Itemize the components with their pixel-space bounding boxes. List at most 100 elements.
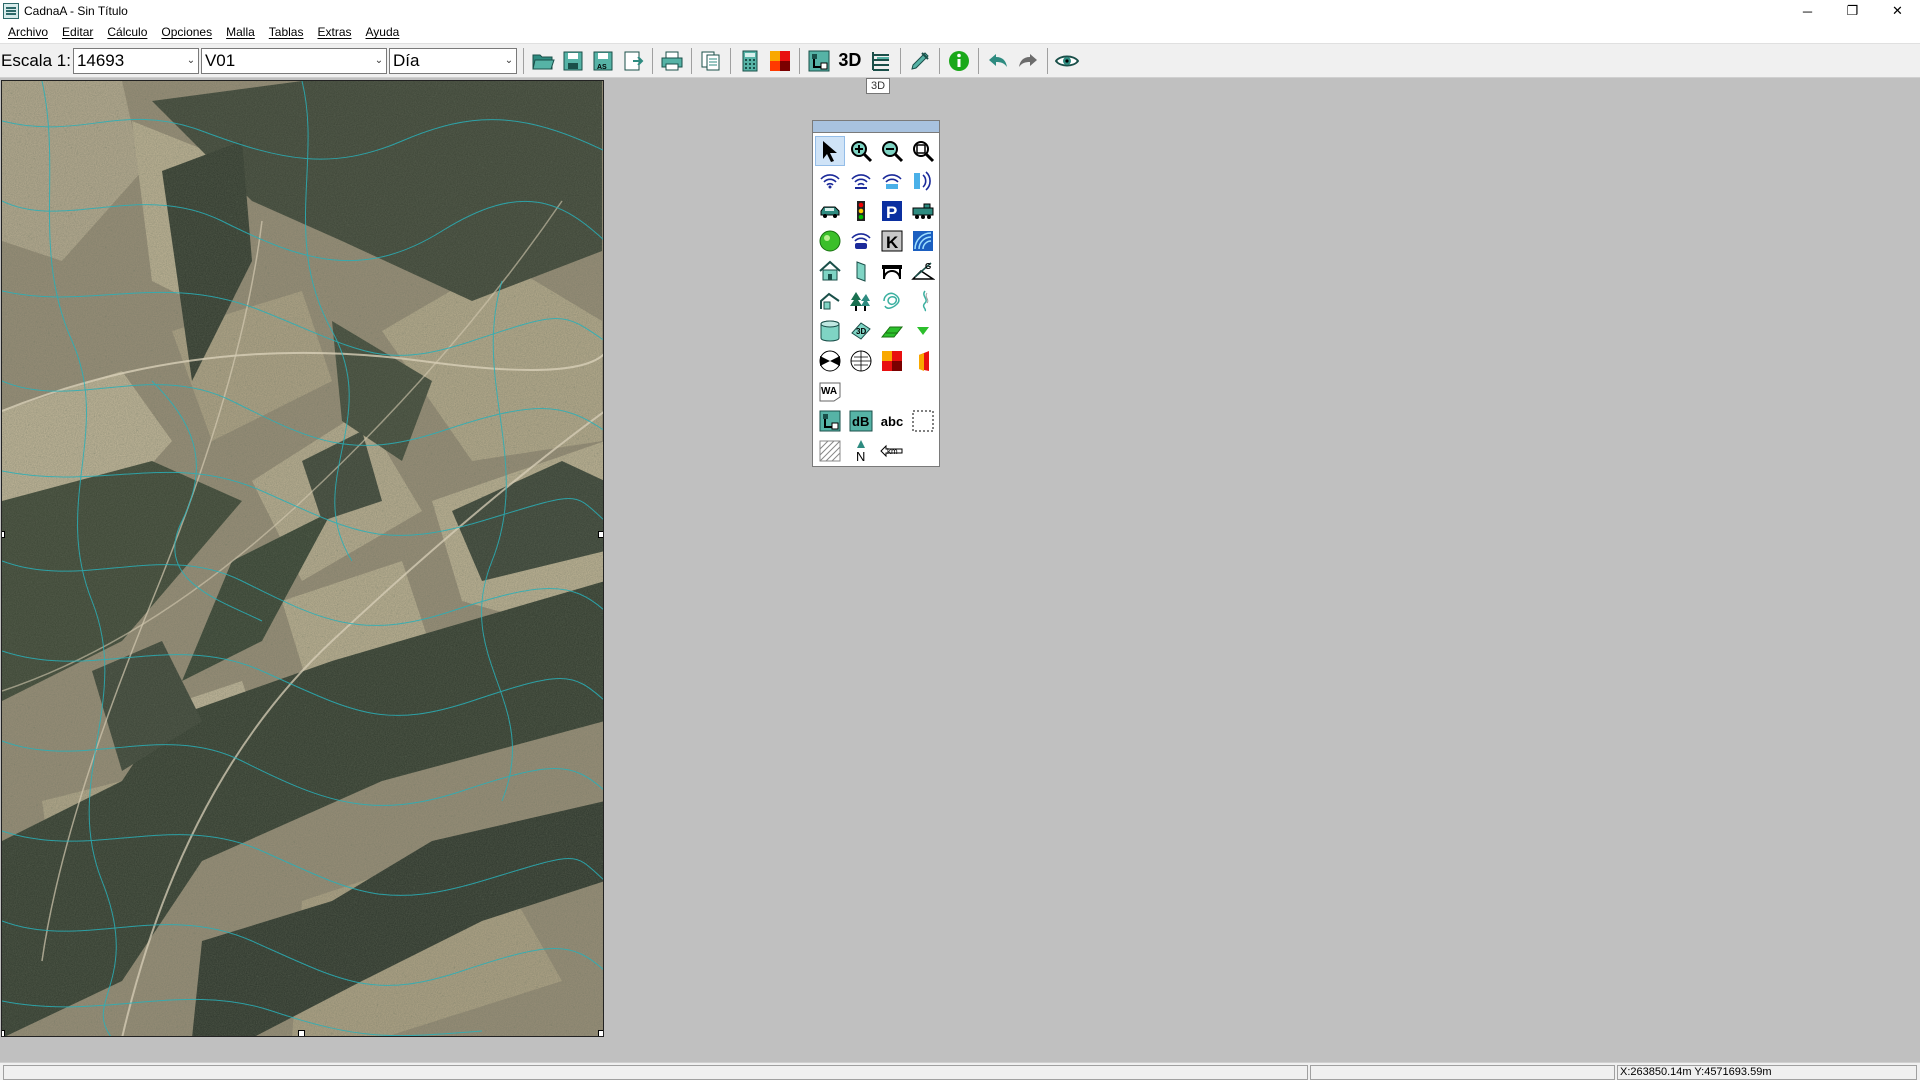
resize-handle[interactable] bbox=[598, 531, 603, 538]
menu-ayuda[interactable]: Ayuda bbox=[359, 22, 407, 43]
embankment-tool[interactable] bbox=[877, 316, 907, 346]
aerial-image bbox=[2, 81, 603, 1036]
main-toolbar: Escala 1: 14693 ⌄ V01 ⌄ Día ⌄ AS 3D bbox=[0, 43, 1920, 78]
k-tool[interactable]: K bbox=[877, 226, 907, 256]
zoom-extents-icon bbox=[913, 141, 935, 163]
svg-text:AS: AS bbox=[597, 64, 607, 71]
grid-object-tool[interactable] bbox=[815, 406, 845, 436]
ground-absorption-tool[interactable]: G bbox=[908, 256, 938, 286]
resize-handle[interactable] bbox=[2, 1030, 5, 1036]
traffic-light-icon bbox=[857, 201, 865, 221]
toolbar-separator bbox=[798, 47, 800, 74]
industrial-source-tool[interactable] bbox=[815, 226, 845, 256]
object-tree-button[interactable] bbox=[805, 47, 833, 75]
facade-noise-tool[interactable] bbox=[908, 346, 938, 376]
svg-text:N: N bbox=[856, 449, 865, 463]
point-source-tool[interactable] bbox=[815, 166, 845, 196]
toolbar-separator bbox=[938, 47, 940, 74]
hatch-tool[interactable] bbox=[815, 436, 845, 466]
digitizer-pen-icon bbox=[911, 51, 929, 70]
redo-button[interactable] bbox=[1014, 47, 1042, 75]
empty-slot bbox=[908, 436, 938, 466]
noise-map-button[interactable] bbox=[766, 47, 794, 75]
grid-object-icon bbox=[819, 410, 841, 432]
trees-tool[interactable] bbox=[846, 286, 876, 316]
menu-calculo[interactable]: Cálculo bbox=[100, 22, 154, 43]
pointer-arrow-icon bbox=[823, 141, 837, 162]
map-canvas[interactable] bbox=[1, 80, 604, 1037]
menu-archivo[interactable]: Archivo bbox=[1, 22, 55, 43]
svg-text:dB: dB bbox=[852, 414, 869, 429]
db-label-tool[interactable]: dB bbox=[846, 406, 876, 436]
menu-opciones[interactable]: Opciones bbox=[154, 22, 219, 43]
area-source-tool[interactable] bbox=[877, 166, 907, 196]
restore-button[interactable]: ❐ bbox=[1830, 0, 1875, 22]
resize-handle[interactable] bbox=[598, 1030, 603, 1036]
save-as-button[interactable]: AS bbox=[589, 47, 617, 75]
save-button[interactable] bbox=[559, 47, 587, 75]
noise-map-tool[interactable] bbox=[877, 346, 907, 376]
bridge-tool[interactable] bbox=[877, 256, 907, 286]
road-tool[interactable] bbox=[815, 196, 845, 226]
scale-combo[interactable]: 14693 ⌄ bbox=[72, 47, 199, 74]
visibility-button[interactable] bbox=[1053, 47, 1081, 75]
scale-bar-tool[interactable]: km bbox=[877, 436, 907, 466]
barrier-tool[interactable] bbox=[846, 256, 876, 286]
pointer-tool[interactable] bbox=[815, 136, 845, 166]
menu-tablas[interactable]: Tablas bbox=[262, 22, 311, 43]
menu-editar[interactable]: Editar bbox=[55, 22, 100, 43]
wa-tool[interactable]: WA bbox=[815, 376, 845, 406]
zoom-in-tool[interactable] bbox=[846, 136, 876, 166]
menu-extras[interactable]: Extras bbox=[310, 22, 358, 43]
close-button[interactable]: ✕ bbox=[1875, 0, 1920, 22]
info-icon bbox=[948, 50, 969, 71]
calculation-area-tool[interactable] bbox=[846, 346, 876, 376]
selection-box-tool[interactable] bbox=[908, 406, 938, 436]
railway-tool[interactable] bbox=[908, 196, 938, 226]
calculate-button[interactable] bbox=[736, 47, 764, 75]
text-label-tool[interactable]: abc bbox=[877, 406, 907, 436]
building-tool[interactable] bbox=[815, 256, 845, 286]
zoom-out-tool[interactable] bbox=[877, 136, 907, 166]
open-folder-icon bbox=[532, 54, 555, 69]
wave-icon bbox=[913, 231, 933, 251]
cylinder-icon bbox=[820, 320, 840, 342]
3d-view-button[interactable]: 3D bbox=[835, 47, 865, 75]
zoom-extents-tool[interactable] bbox=[908, 136, 938, 166]
copy-button[interactable] bbox=[697, 47, 725, 75]
minimize-button[interactable]: ─ bbox=[1785, 0, 1830, 22]
info-button[interactable] bbox=[945, 47, 973, 75]
parking-icon: P bbox=[882, 201, 902, 222]
wave-tool[interactable] bbox=[908, 226, 938, 256]
scale-value: 14693 bbox=[76, 50, 125, 70]
cylinder-tool[interactable] bbox=[815, 316, 845, 346]
chevron-down-icon: ⌄ bbox=[504, 55, 514, 66]
undo-button[interactable] bbox=[984, 47, 1012, 75]
receiver-point-tool[interactable] bbox=[815, 346, 845, 376]
north-arrow-tool[interactable]: N bbox=[846, 436, 876, 466]
digitize-button[interactable] bbox=[906, 47, 934, 75]
menu-malla[interactable]: Malla bbox=[219, 22, 262, 43]
print-button[interactable] bbox=[658, 47, 686, 75]
status-panel-secondary bbox=[1310, 1065, 1615, 1080]
3d-reflector-tool[interactable]: 3D bbox=[846, 316, 876, 346]
line-source-tool[interactable] bbox=[846, 166, 876, 196]
scale-label: Escala 1: bbox=[1, 50, 71, 70]
triangle-tool[interactable] bbox=[908, 316, 938, 346]
house-alt-icon bbox=[820, 292, 840, 310]
vertical-area-source-tool[interactable] bbox=[908, 166, 938, 196]
resize-handle[interactable] bbox=[2, 531, 5, 538]
height-line-tool[interactable] bbox=[908, 286, 938, 316]
table-view-button[interactable] bbox=[867, 47, 895, 75]
traffic-light-tool[interactable] bbox=[846, 196, 876, 226]
palette-title-bar[interactable] bbox=[813, 121, 939, 133]
variant-combo[interactable]: V01 ⌄ bbox=[200, 47, 387, 74]
house-alt-tool[interactable] bbox=[815, 286, 845, 316]
parking-tool[interactable]: P bbox=[877, 196, 907, 226]
export-button[interactable] bbox=[619, 47, 647, 75]
open-button[interactable] bbox=[529, 47, 557, 75]
contour-line-tool[interactable] bbox=[877, 286, 907, 316]
period-combo[interactable]: Día ⌄ bbox=[388, 47, 517, 74]
resize-handle[interactable] bbox=[298, 1030, 305, 1036]
radio-source-tool[interactable] bbox=[846, 226, 876, 256]
